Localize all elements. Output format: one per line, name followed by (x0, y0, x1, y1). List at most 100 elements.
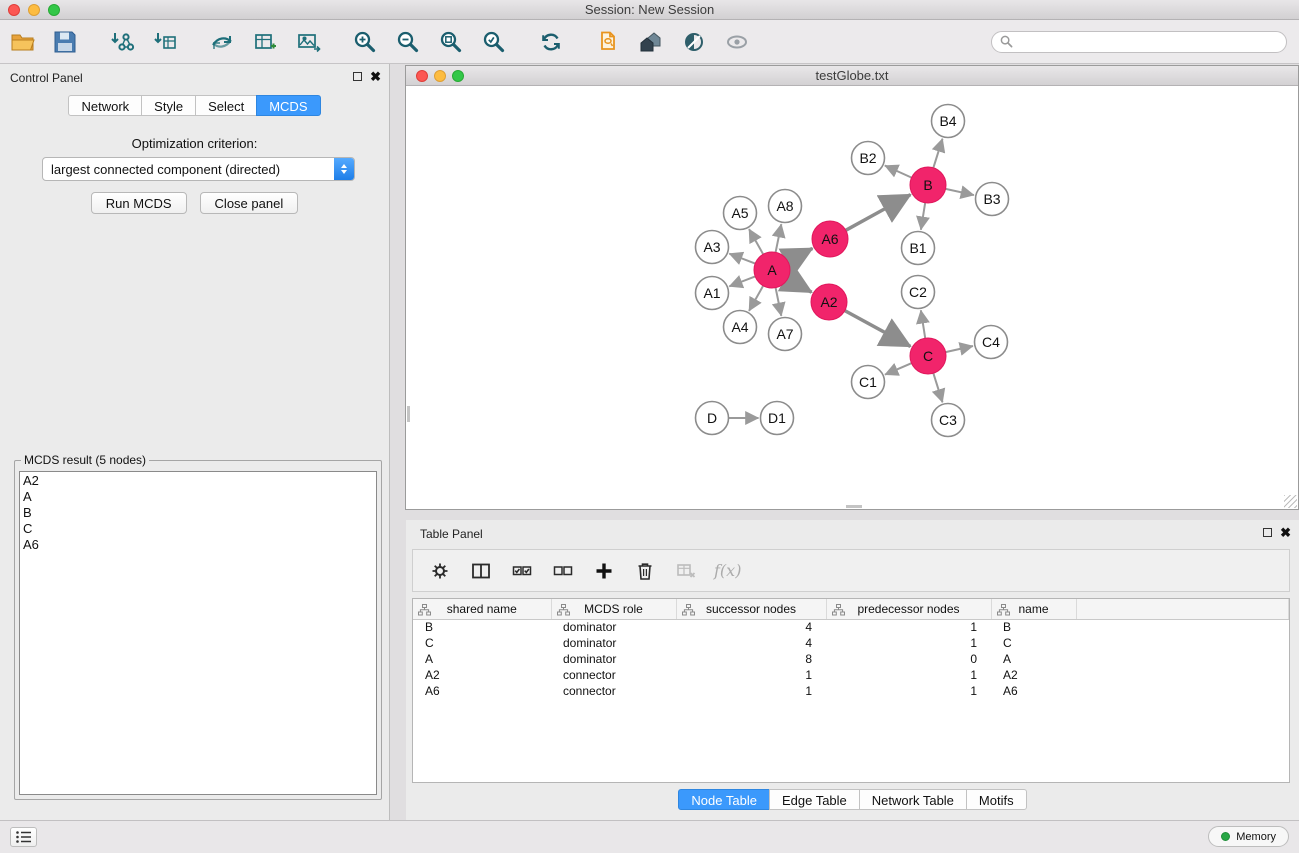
table-row[interactable]: Cdominator41C (413, 635, 1289, 651)
export-image-icon[interactable] (291, 26, 325, 58)
refresh-icon[interactable] (534, 26, 568, 58)
network-node-A5[interactable]: A5 (724, 197, 757, 230)
table-close-panel-icon[interactable]: ✖ (1280, 527, 1291, 538)
network-node-D[interactable]: D (696, 402, 729, 435)
network-node-C3[interactable]: C3 (932, 404, 965, 437)
split-column-icon[interactable] (468, 558, 494, 584)
home-network-icon[interactable] (634, 26, 668, 58)
zoom-fit-icon[interactable] (434, 26, 468, 58)
graphics-details-icon[interactable] (677, 26, 711, 58)
open-file-icon[interactable] (5, 26, 39, 58)
network-edge-A-A3[interactable] (729, 254, 755, 264)
network-node-A1[interactable]: A1 (696, 277, 729, 310)
network-node-D1[interactable]: D1 (761, 402, 794, 435)
column-header-MCDS-role[interactable]: MCDS role (551, 599, 676, 619)
horizontal-scroll-indicator[interactable] (846, 505, 862, 508)
network-node-A6[interactable]: A6 (812, 221, 848, 257)
result-item[interactable]: A2 (23, 473, 373, 489)
tab-motifs[interactable]: Motifs (966, 789, 1027, 810)
resize-grip[interactable] (1284, 495, 1297, 508)
node-table[interactable]: shared nameMCDS rolesuccessor nodesprede… (413, 599, 1289, 699)
network-window-titlebar[interactable]: testGlobe.txt (406, 66, 1298, 86)
network-edge-B-B3[interactable] (946, 189, 974, 195)
tab-edge-table[interactable]: Edge Table (769, 789, 860, 810)
result-item[interactable]: A6 (23, 537, 373, 553)
task-history-button[interactable] (10, 827, 37, 847)
network-node-A8[interactable]: A8 (769, 190, 802, 223)
new-table-icon[interactable] (248, 26, 282, 58)
network-node-C4[interactable]: C4 (975, 326, 1008, 359)
add-column-icon[interactable] (591, 558, 617, 584)
float-panel-icon[interactable] (353, 72, 362, 81)
tab-select[interactable]: Select (195, 95, 257, 116)
tab-style[interactable]: Style (141, 95, 196, 116)
deselect-all-icon[interactable] (550, 558, 576, 584)
run-mcds-button[interactable]: Run MCDS (91, 192, 187, 214)
network-edge-A-A1[interactable] (729, 276, 755, 286)
first-neighbors-icon[interactable] (591, 26, 625, 58)
network-edge-A-A8[interactable] (776, 224, 782, 252)
column-header-name[interactable]: name (991, 599, 1076, 619)
import-network-from-file-icon[interactable] (105, 26, 139, 58)
save-session-icon[interactable] (48, 26, 82, 58)
table-row[interactable]: Bdominator41B (413, 619, 1289, 635)
zoom-out-icon[interactable] (391, 26, 425, 58)
network-edge-C-C3[interactable] (933, 373, 942, 402)
network-node-A7[interactable]: A7 (769, 318, 802, 351)
network-edge-C-C1[interactable] (885, 363, 912, 374)
network-node-A4[interactable]: A4 (724, 311, 757, 344)
table-float-panel-icon[interactable] (1263, 528, 1272, 537)
network-node-B4[interactable]: B4 (932, 105, 965, 138)
network-canvas[interactable]: B4B2BB3A5A8A6B1A3AC2A1A2A4A7C4CC1C3DD1 (406, 86, 1298, 509)
search-input[interactable] (1018, 34, 1278, 50)
zoom-selected-icon[interactable] (477, 26, 511, 58)
show-hide-icon[interactable] (720, 26, 754, 58)
memory-button[interactable]: Memory (1208, 826, 1289, 847)
delete-column-icon[interactable] (632, 558, 658, 584)
table-row[interactable]: A6connector11A6 (413, 683, 1289, 699)
network-edge-B-B4[interactable] (933, 139, 942, 168)
close-panel-icon[interactable]: ✖ (370, 71, 381, 82)
tab-mcds[interactable]: MCDS (256, 95, 320, 116)
tab-network[interactable]: Network (68, 95, 142, 116)
column-header-shared-name[interactable]: shared name (413, 599, 551, 619)
zoom-in-icon[interactable] (348, 26, 382, 58)
select-all-icon[interactable] (509, 558, 535, 584)
network-node-B[interactable]: B (910, 167, 946, 203)
search-field[interactable] (991, 31, 1287, 53)
network-edge-A6-B[interactable] (846, 195, 911, 231)
network-node-A[interactable]: A (754, 252, 790, 288)
network-edge-A-A7[interactable] (776, 288, 782, 316)
criterion-dropdown[interactable]: largest connected component (directed) (42, 157, 355, 181)
result-item[interactable]: A (23, 489, 373, 505)
network-edge-B-B1[interactable] (921, 203, 925, 230)
network-edge-B-B2[interactable] (885, 166, 912, 178)
new-network-icon[interactable] (205, 26, 239, 58)
network-node-C[interactable]: C (910, 338, 946, 374)
network-node-B2[interactable]: B2 (852, 142, 885, 175)
close-panel-button[interactable]: Close panel (200, 192, 299, 214)
result-item[interactable]: B (23, 505, 373, 521)
network-node-A3[interactable]: A3 (696, 231, 729, 264)
network-edge-C-C4[interactable] (946, 346, 973, 352)
network-edge-A-A2[interactable] (788, 279, 812, 292)
function-builder-icon[interactable]: f(x) (714, 558, 741, 584)
result-item[interactable]: C (23, 521, 373, 537)
delete-table-icon[interactable] (673, 558, 699, 584)
network-edge-C-C2[interactable] (921, 310, 925, 338)
network-node-C1[interactable]: C1 (852, 366, 885, 399)
table-row[interactable]: Adominator80A (413, 651, 1289, 667)
network-edge-A-A4[interactable] (749, 286, 763, 311)
network-edge-A-A5[interactable] (749, 229, 763, 254)
column-header-successor-nodes[interactable]: successor nodes (676, 599, 826, 619)
network-node-B1[interactable]: B1 (902, 232, 935, 265)
network-node-B3[interactable]: B3 (976, 183, 1009, 216)
tab-node-table[interactable]: Node Table (678, 789, 770, 810)
mcds-result-list[interactable]: A2ABCA6 (19, 471, 377, 795)
vertical-scroll-indicator[interactable] (407, 406, 410, 422)
network-node-C2[interactable]: C2 (902, 276, 935, 309)
column-header-predecessor-nodes[interactable]: predecessor nodes (826, 599, 991, 619)
network-edge-A-A6[interactable] (788, 248, 812, 261)
network-edge-A2-C[interactable] (845, 311, 911, 347)
table-settings-gear-icon[interactable] (427, 558, 453, 584)
